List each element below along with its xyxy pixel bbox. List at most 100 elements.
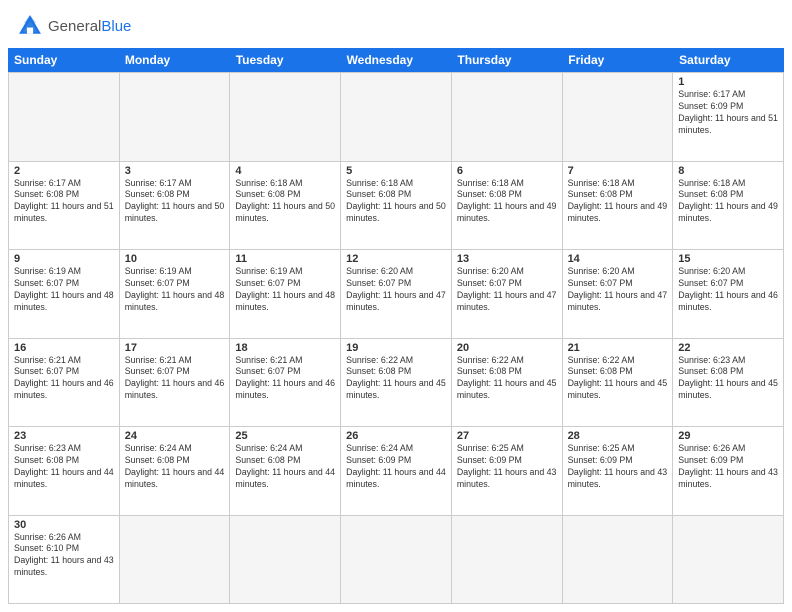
day-number: 1 [678, 76, 778, 88]
day-number: 24 [125, 430, 225, 442]
cell-info: Sunrise: 6:20 AMSunset: 6:07 PMDaylight:… [346, 266, 446, 314]
cell-info: Sunrise: 6:20 AMSunset: 6:07 PMDaylight:… [568, 266, 668, 314]
cal-cell: 5Sunrise: 6:18 AMSunset: 6:08 PMDaylight… [341, 162, 452, 251]
calendar: SundayMondayTuesdayWednesdayThursdayFrid… [0, 48, 792, 612]
cal-cell: 20Sunrise: 6:22 AMSunset: 6:08 PMDayligh… [452, 339, 563, 428]
day-number: 30 [14, 519, 114, 531]
cell-info: Sunrise: 6:18 AMSunset: 6:08 PMDaylight:… [568, 178, 668, 226]
cal-cell [341, 73, 452, 162]
day-header: Tuesday [230, 48, 341, 72]
cell-info: Sunrise: 6:22 AMSunset: 6:08 PMDaylight:… [346, 355, 446, 403]
cal-cell [341, 516, 452, 605]
day-number: 20 [457, 342, 557, 354]
cell-info: Sunrise: 6:21 AMSunset: 6:07 PMDaylight:… [14, 355, 114, 403]
calendar-grid: 1Sunrise: 6:17 AMSunset: 6:09 PMDaylight… [8, 72, 784, 604]
cal-cell: 7Sunrise: 6:18 AMSunset: 6:08 PMDaylight… [563, 162, 674, 251]
cal-cell: 3Sunrise: 6:17 AMSunset: 6:08 PMDaylight… [120, 162, 231, 251]
cal-cell [230, 516, 341, 605]
day-number: 2 [14, 165, 114, 177]
cell-info: Sunrise: 6:19 AMSunset: 6:07 PMDaylight:… [14, 266, 114, 314]
day-number: 23 [14, 430, 114, 442]
cell-info: Sunrise: 6:21 AMSunset: 6:07 PMDaylight:… [125, 355, 225, 403]
day-number: 7 [568, 165, 668, 177]
cal-cell: 22Sunrise: 6:23 AMSunset: 6:08 PMDayligh… [673, 339, 784, 428]
day-number: 29 [678, 430, 778, 442]
cal-cell: 16Sunrise: 6:21 AMSunset: 6:07 PMDayligh… [9, 339, 120, 428]
day-number: 22 [678, 342, 778, 354]
day-number: 26 [346, 430, 446, 442]
logo: GeneralBlue [16, 12, 131, 40]
cal-cell: 6Sunrise: 6:18 AMSunset: 6:08 PMDaylight… [452, 162, 563, 251]
cal-cell: 10Sunrise: 6:19 AMSunset: 6:07 PMDayligh… [120, 250, 231, 339]
cell-info: Sunrise: 6:18 AMSunset: 6:08 PMDaylight:… [346, 178, 446, 226]
day-number: 8 [678, 165, 778, 177]
day-number: 13 [457, 253, 557, 265]
cal-cell: 24Sunrise: 6:24 AMSunset: 6:08 PMDayligh… [120, 427, 231, 516]
cal-cell: 27Sunrise: 6:25 AMSunset: 6:09 PMDayligh… [452, 427, 563, 516]
cal-cell: 30Sunrise: 6:26 AMSunset: 6:10 PMDayligh… [9, 516, 120, 605]
cell-info: Sunrise: 6:19 AMSunset: 6:07 PMDaylight:… [235, 266, 335, 314]
day-number: 25 [235, 430, 335, 442]
day-number: 4 [235, 165, 335, 177]
day-number: 12 [346, 253, 446, 265]
cal-cell: 25Sunrise: 6:24 AMSunset: 6:08 PMDayligh… [230, 427, 341, 516]
day-header: Monday [119, 48, 230, 72]
cell-info: Sunrise: 6:24 AMSunset: 6:09 PMDaylight:… [346, 443, 446, 491]
logo-icon [16, 12, 44, 40]
day-number: 5 [346, 165, 446, 177]
cal-cell: 23Sunrise: 6:23 AMSunset: 6:08 PMDayligh… [9, 427, 120, 516]
cal-cell: 28Sunrise: 6:25 AMSunset: 6:09 PMDayligh… [563, 427, 674, 516]
day-number: 21 [568, 342, 668, 354]
day-header: Sunday [8, 48, 119, 72]
cal-cell: 2Sunrise: 6:17 AMSunset: 6:08 PMDaylight… [9, 162, 120, 251]
cal-cell: 15Sunrise: 6:20 AMSunset: 6:07 PMDayligh… [673, 250, 784, 339]
cell-info: Sunrise: 6:17 AMSunset: 6:08 PMDaylight:… [125, 178, 225, 226]
cal-cell: 17Sunrise: 6:21 AMSunset: 6:07 PMDayligh… [120, 339, 231, 428]
cell-info: Sunrise: 6:22 AMSunset: 6:08 PMDaylight:… [568, 355, 668, 403]
cell-info: Sunrise: 6:22 AMSunset: 6:08 PMDaylight:… [457, 355, 557, 403]
cal-cell: 18Sunrise: 6:21 AMSunset: 6:07 PMDayligh… [230, 339, 341, 428]
cell-info: Sunrise: 6:26 AMSunset: 6:09 PMDaylight:… [678, 443, 778, 491]
cell-info: Sunrise: 6:23 AMSunset: 6:08 PMDaylight:… [678, 355, 778, 403]
cal-cell: 13Sunrise: 6:20 AMSunset: 6:07 PMDayligh… [452, 250, 563, 339]
header: GeneralBlue [0, 0, 792, 48]
cal-cell: 4Sunrise: 6:18 AMSunset: 6:08 PMDaylight… [230, 162, 341, 251]
cal-cell [563, 73, 674, 162]
cell-info: Sunrise: 6:18 AMSunset: 6:08 PMDaylight:… [235, 178, 335, 226]
cell-info: Sunrise: 6:20 AMSunset: 6:07 PMDaylight:… [457, 266, 557, 314]
day-number: 9 [14, 253, 114, 265]
logo-text: GeneralBlue [48, 19, 131, 34]
cal-cell: 12Sunrise: 6:20 AMSunset: 6:07 PMDayligh… [341, 250, 452, 339]
day-number: 6 [457, 165, 557, 177]
cell-info: Sunrise: 6:25 AMSunset: 6:09 PMDaylight:… [568, 443, 668, 491]
cal-cell: 21Sunrise: 6:22 AMSunset: 6:08 PMDayligh… [563, 339, 674, 428]
cell-info: Sunrise: 6:24 AMSunset: 6:08 PMDaylight:… [235, 443, 335, 491]
cell-info: Sunrise: 6:18 AMSunset: 6:08 PMDaylight:… [678, 178, 778, 226]
day-header: Thursday [451, 48, 562, 72]
day-header: Friday [562, 48, 673, 72]
cell-info: Sunrise: 6:17 AMSunset: 6:09 PMDaylight:… [678, 89, 778, 137]
day-number: 11 [235, 253, 335, 265]
cal-cell [563, 516, 674, 605]
cell-info: Sunrise: 6:19 AMSunset: 6:07 PMDaylight:… [125, 266, 225, 314]
day-number: 16 [14, 342, 114, 354]
cal-cell: 19Sunrise: 6:22 AMSunset: 6:08 PMDayligh… [341, 339, 452, 428]
cell-info: Sunrise: 6:20 AMSunset: 6:07 PMDaylight:… [678, 266, 778, 314]
cal-cell [452, 73, 563, 162]
cal-cell [120, 516, 231, 605]
cell-info: Sunrise: 6:25 AMSunset: 6:09 PMDaylight:… [457, 443, 557, 491]
cal-cell: 1Sunrise: 6:17 AMSunset: 6:09 PMDaylight… [673, 73, 784, 162]
day-headers: SundayMondayTuesdayWednesdayThursdayFrid… [8, 48, 784, 72]
day-number: 3 [125, 165, 225, 177]
cal-cell [452, 516, 563, 605]
cell-info: Sunrise: 6:18 AMSunset: 6:08 PMDaylight:… [457, 178, 557, 226]
cell-info: Sunrise: 6:23 AMSunset: 6:08 PMDaylight:… [14, 443, 114, 491]
cal-cell: 26Sunrise: 6:24 AMSunset: 6:09 PMDayligh… [341, 427, 452, 516]
page: GeneralBlue SundayMondayTuesdayWednesday… [0, 0, 792, 612]
cell-info: Sunrise: 6:24 AMSunset: 6:08 PMDaylight:… [125, 443, 225, 491]
cal-cell: 14Sunrise: 6:20 AMSunset: 6:07 PMDayligh… [563, 250, 674, 339]
cal-cell [9, 73, 120, 162]
day-number: 27 [457, 430, 557, 442]
cell-info: Sunrise: 6:26 AMSunset: 6:10 PMDaylight:… [14, 532, 114, 580]
cal-cell: 29Sunrise: 6:26 AMSunset: 6:09 PMDayligh… [673, 427, 784, 516]
